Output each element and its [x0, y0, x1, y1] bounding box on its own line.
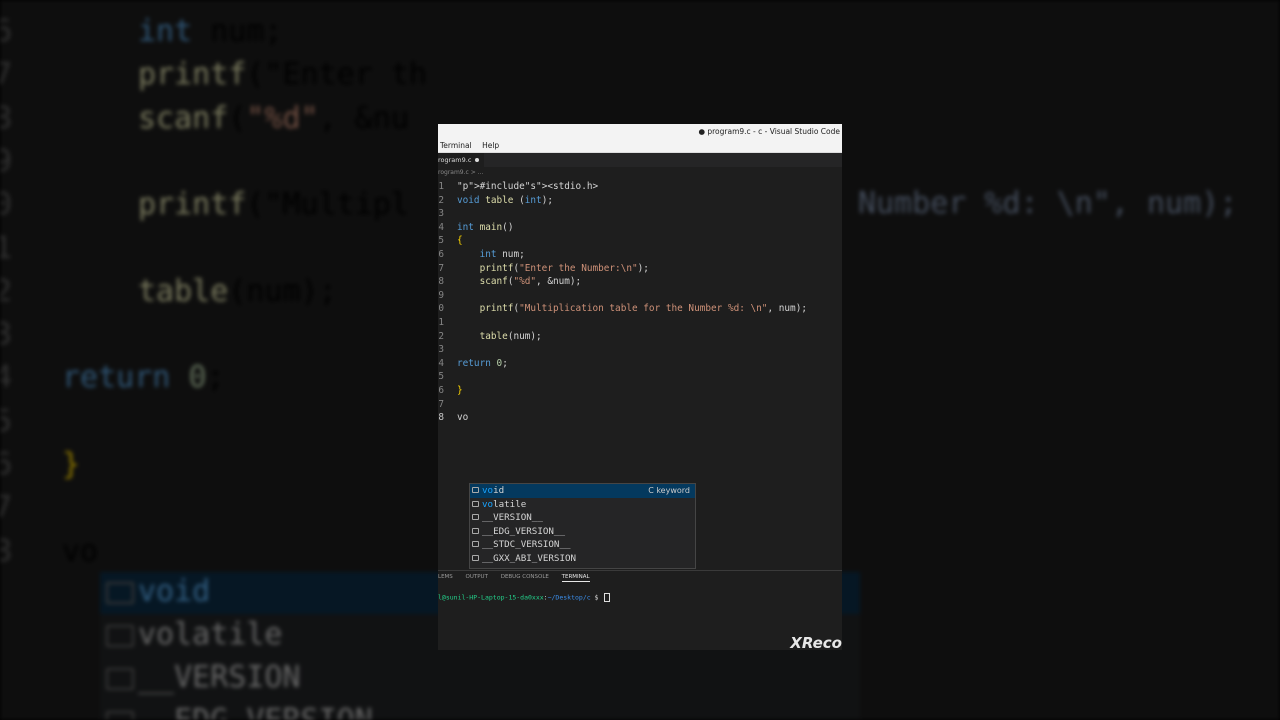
code-line[interactable]: return 0; — [457, 358, 508, 369]
line-number: 3 — [438, 344, 444, 356]
tab-debug-console[interactable]: DEBUG CONSOLE — [501, 574, 549, 580]
line-number: 8 — [438, 412, 444, 424]
line-number: 6 — [438, 385, 444, 396]
suggestion-item[interactable]: __VERSION__ — [470, 511, 695, 525]
line-number: 5 — [438, 371, 444, 383]
suggestion-widget[interactable]: void C keyword volatile __VERSION__ __EDG_VE… — [469, 483, 696, 569]
line-number: 7 — [438, 262, 444, 274]
suggestion-label: __EDG_VERSION__ — [482, 525, 565, 537]
code-line[interactable]: printf("Enter the Number:\n"); — [457, 263, 649, 274]
suggestion-label: __STDC_VERSION__ — [482, 539, 571, 550]
text-icon — [472, 554, 479, 561]
suggestion-item[interactable]: __GXX_ABI_VERSION — [470, 552, 695, 566]
line-number: 2 — [438, 194, 444, 206]
line-number: 8 — [438, 276, 444, 288]
suggestion-item[interactable]: void C keyword — [470, 484, 695, 498]
watermark-logo: XReco — [790, 634, 842, 650]
suggestion-label: __GXX_ABI_VERSION — [482, 552, 577, 564]
code-line[interactable]: printf("Multiplication table for the Num… — [457, 303, 807, 314]
code-editor[interactable]: 1 "p">#include"s"><stdio.h> 2 void table (i… — [438, 181, 842, 569]
terminal-prompt[interactable]: l@sunil-HP-Laptop-15-da0xxx:~/Desktop/c … — [438, 593, 611, 602]
code-line[interactable]: table(num); — [457, 331, 542, 342]
keyword-icon — [472, 500, 479, 507]
bottom-panel: LEMS OUTPUT DEBUG CONSOLE TERMINAL l@sun… — [438, 570, 842, 650]
vscode-window: ● program9.c - c - Visual Studio Code Te… — [438, 124, 842, 650]
menu-terminal[interactable]: Terminal — [440, 141, 472, 150]
line-number: 1 — [438, 181, 444, 192]
text-icon — [472, 541, 479, 547]
suggestion-item[interactable]: __STDC_VERSION__ — [470, 538, 695, 552]
line-number: 2 — [438, 330, 444, 342]
line-number: 0 — [438, 303, 444, 315]
suggestion-label: __VERSION__ — [482, 512, 543, 523]
line-number: 4 — [438, 221, 444, 233]
unsaved-dot-icon — [475, 158, 480, 162]
panel-tabs: LEMS OUTPUT DEBUG CONSOLE TERMINAL — [438, 574, 601, 582]
text-icon — [472, 514, 479, 520]
suggestion-label: volatile — [482, 498, 527, 510]
code-line[interactable]: int num; — [457, 249, 525, 260]
terminal-cursor-icon — [604, 593, 611, 602]
breadcrumb[interactable]: rogram9.c > ... — [438, 168, 483, 178]
code-line[interactable]: void table (int); — [457, 195, 553, 206]
line-number: 5 — [438, 235, 444, 247]
tab-label: rogram9.c — [438, 156, 472, 164]
code-line[interactable]: scanf("%d", &num); — [457, 276, 582, 287]
line-number: 4 — [438, 357, 444, 369]
tab-problems[interactable]: LEMS — [438, 574, 453, 580]
tab-output[interactable]: OUTPUT — [466, 574, 488, 580]
suggestion-item[interactable]: volatile — [470, 498, 695, 512]
prompt-user: l@sunil-HP-Laptop-15-da0xxx — [438, 593, 544, 602]
suggestion-label: void — [482, 485, 505, 496]
line-number: 1 — [438, 317, 444, 328]
line-number: 6 — [438, 249, 444, 260]
menu-bar: Terminal Help — [438, 139, 842, 153]
editor-tab[interactable]: rogram9.c — [438, 153, 485, 167]
suggestion-detail: C keyword — [648, 486, 690, 495]
line-number: 3 — [438, 208, 444, 220]
line-number: 7 — [438, 398, 444, 410]
text-icon — [472, 527, 479, 534]
suggestion-item[interactable]: __EDG_VERSION__ — [470, 525, 695, 539]
code-line[interactable]: } — [457, 385, 463, 396]
code-line[interactable]: { — [457, 235, 463, 246]
line-number: 9 — [438, 289, 444, 301]
tab-bar: rogram9.c — [438, 153, 842, 167]
code-line[interactable]: "p">#include"s"><stdio.h> — [457, 181, 598, 192]
window-title: ● program9.c - c - Visual Studio Code — [438, 124, 842, 139]
tab-terminal[interactable]: TERMINAL — [561, 574, 590, 582]
prompt-dir: ~/Desktop/c — [547, 593, 591, 602]
keyword-icon — [472, 487, 479, 493]
menu-help[interactable]: Help — [482, 141, 499, 150]
code-line[interactable]: vo — [457, 412, 468, 423]
code-line[interactable]: int main() — [457, 222, 513, 233]
